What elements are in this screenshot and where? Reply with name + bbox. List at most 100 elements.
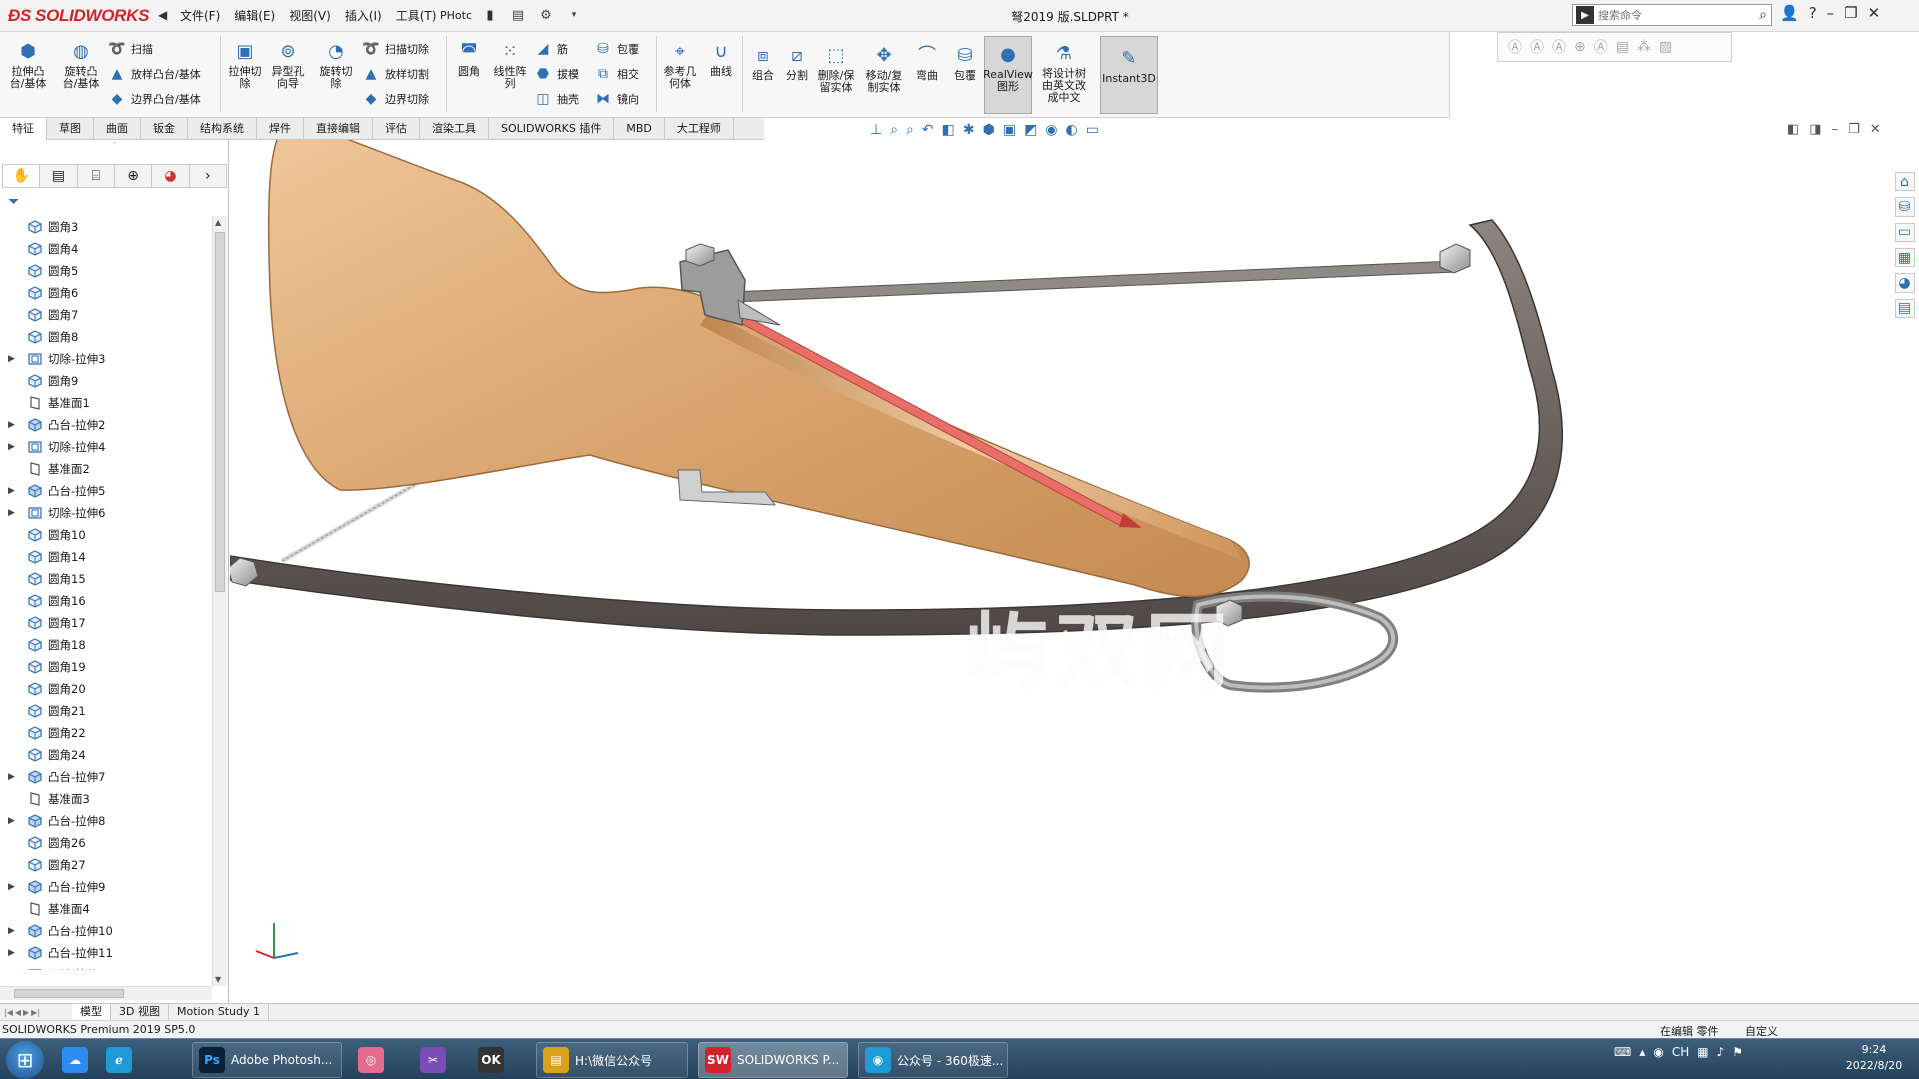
swept-cut-button[interactable]: ➰ 扫描切除	[362, 40, 429, 58]
tab-3d-view[interactable]: 3D 视图	[111, 1003, 169, 1021]
menu-tools[interactable]: 工具(T)	[396, 7, 437, 24]
expand-arrow-icon[interactable]: ▶	[8, 948, 20, 958]
tab-features[interactable]: 特征	[0, 118, 47, 140]
translate-tree-button[interactable]: ⚗ 将设计树 由英文改 成中文	[1036, 42, 1092, 104]
expand-arrow-icon[interactable]: ▶	[8, 486, 20, 496]
tree-item[interactable]: 圆角7	[0, 304, 212, 326]
tree-item[interactable]: 圆角10	[0, 524, 212, 546]
tree-item[interactable]: ▶ 凸台-拉伸10	[0, 920, 212, 942]
tree-item[interactable]: 圆角20	[0, 678, 212, 700]
taskbar-app-ok[interactable]: OK	[472, 1042, 522, 1078]
section-view-icon[interactable]: ◧	[942, 122, 955, 138]
units-status[interactable]: 自定义	[1745, 1023, 1778, 1039]
property-manager-tab[interactable]: ▤	[40, 165, 78, 187]
tab-sheet-metal[interactable]: 钣金	[141, 118, 188, 140]
first-tab-icon[interactable]: |◀	[4, 1008, 13, 1017]
tab-direct-editing[interactable]: 直接编辑	[304, 118, 373, 140]
last-tab-icon[interactable]: ▶|	[31, 1008, 40, 1017]
tree-item[interactable]: 基准面1	[0, 392, 212, 414]
tree-item[interactable]: 圆角24	[0, 744, 212, 766]
wrap-button[interactable]: ⛁ 包覆	[948, 44, 982, 82]
tree-item[interactable]: 圆角3	[0, 216, 212, 238]
tree-item[interactable]: ▶ 切除-拉伸3	[0, 348, 212, 370]
previous-view-icon[interactable]: ↶	[922, 122, 934, 138]
scroll-thumb[interactable]	[215, 232, 225, 592]
extrude-cut-button[interactable]: ▣ 拉伸切 除	[226, 40, 264, 90]
tree-item[interactable]: 圆角17	[0, 612, 212, 634]
command-prompt-icon[interactable]: ▶	[1576, 6, 1594, 24]
scroll-up-icon[interactable]: ▲	[215, 218, 221, 227]
reference-geometry-button[interactable]: ⌖ 参考几 何体	[660, 40, 700, 90]
crossbow-model[interactable]	[230, 140, 1890, 1003]
tab-surfaces[interactable]: 曲面	[94, 118, 141, 140]
panel-splitter[interactable]: ◦	[0, 140, 229, 150]
menu-file[interactable]: 文件(F)	[180, 7, 220, 24]
tree-item[interactable]: 圆角5	[0, 260, 212, 282]
restore-icon[interactable]: ❐	[1844, 4, 1857, 22]
next-tab-icon[interactable]: ▶	[23, 1008, 29, 1017]
viewport-restore-icon[interactable]: ❐	[1848, 122, 1860, 137]
taskbar-baidu-netdisk[interactable]: ☁	[56, 1042, 92, 1078]
appearances-icon[interactable]: ◕	[1894, 273, 1915, 293]
system-clock[interactable]: 9:24 2022/8/20	[1842, 1042, 1906, 1074]
tree-item[interactable]: 圆角21	[0, 700, 212, 722]
tree-item[interactable]: ▶切除-拉伸7	[0, 964, 212, 970]
help-icon[interactable]: ?	[1809, 4, 1817, 22]
extrude-boss-button[interactable]: ⬢ 拉伸凸 台/基体	[8, 40, 48, 90]
draft-button[interactable]: ⬣ 拔模	[534, 65, 579, 83]
viewport-next-icon[interactable]: ◨	[1809, 122, 1821, 137]
solidworks-resources-icon[interactable]: ⌂	[1894, 172, 1915, 192]
tab-evaluate[interactable]: 评估	[373, 118, 420, 140]
display-manager-tab[interactable]: ◕	[152, 165, 190, 187]
tree-item[interactable]: 圆角15	[0, 568, 212, 590]
tree-item[interactable]: ▶ 凸台-拉伸8	[0, 810, 212, 832]
expand-arrow-icon[interactable]: ▶	[8, 926, 20, 936]
zoom-to-area-icon[interactable]: ⌕	[906, 122, 914, 138]
solidworks-logo[interactable]: ƉS SOLIDWORKS	[8, 4, 149, 28]
expand-arrow-icon[interactable]: ▶	[8, 882, 20, 892]
tab-sketch[interactable]: 草图	[47, 118, 94, 140]
expand-arrow-icon[interactable]: ▶	[8, 816, 20, 826]
tab-motion-study[interactable]: Motion Study 1	[169, 1003, 270, 1021]
dimxpert-tab[interactable]: ⊕	[115, 165, 153, 187]
revolve-boss-button[interactable]: ◍ 旋转凸 台/基体	[60, 40, 102, 90]
tree-item[interactable]: 圆角4	[0, 238, 212, 260]
revolve-cut-button[interactable]: ◔ 旋转切 除	[316, 40, 356, 90]
volume-icon[interactable]: ♪	[1717, 1045, 1725, 1059]
tree-item[interactable]: ▶ 凸台-拉伸7	[0, 766, 212, 788]
minimize-icon[interactable]: –	[1827, 4, 1835, 22]
viewport-minimize-icon[interactable]: –	[1832, 122, 1839, 137]
design-library-icon[interactable]: ⛁	[1894, 197, 1915, 217]
taskbar-solidworks[interactable]: SW SOLIDWORKS P...	[698, 1042, 848, 1078]
tree-item[interactable]: ▶ 凸台-拉伸9	[0, 876, 212, 898]
file-properties-icon[interactable]: ▤	[508, 5, 528, 25]
curves-button[interactable]: ∪ 曲线	[704, 40, 738, 78]
boundary-boss-button[interactable]: ◆ 边界凸台/基体	[108, 90, 201, 108]
taskbar-app-tool[interactable]: ✂	[414, 1042, 458, 1078]
boundary-cut-button[interactable]: ◆ 边界切除	[362, 90, 429, 108]
tree-item[interactable]: ▶ 凸台-拉伸2	[0, 414, 212, 436]
expand-arrow-icon[interactable]: ▶	[8, 508, 20, 518]
scroll-thumb[interactable]	[14, 989, 124, 998]
expand-arrow-icon[interactable]: ▶	[8, 420, 20, 430]
display-style-icon[interactable]: ▣	[1003, 122, 1016, 138]
tree-item[interactable]: ▶ 凸台-拉伸11	[0, 942, 212, 964]
tree-item[interactable]: 基准面3	[0, 788, 212, 810]
delete-keep-body-button[interactable]: ⬚ 删除/保 留实体	[814, 44, 858, 94]
menu-edit[interactable]: 编辑(E)	[234, 7, 275, 24]
apply-scene-icon[interactable]: ◐	[1066, 122, 1078, 138]
view-settings-icon[interactable]: ▭	[1086, 122, 1099, 138]
start-button[interactable]: ⊞	[6, 1041, 44, 1079]
close-icon[interactable]: ✕	[1868, 4, 1881, 22]
mirror-button[interactable]: ⧓ 镜向	[594, 90, 639, 108]
security-icon[interactable]: ◉	[1653, 1045, 1663, 1059]
tab-addins[interactable]: SOLIDWORKS 插件	[489, 118, 615, 140]
lofted-cut-button[interactable]: ▲ 放样切割	[362, 65, 429, 83]
flag-icon[interactable]: ⚑	[1732, 1045, 1743, 1059]
viewport-prev-icon[interactable]: ◧	[1787, 122, 1799, 137]
combine-button[interactable]: ⧈ 组合	[746, 44, 780, 82]
tree-item[interactable]: 基准面2	[0, 458, 212, 480]
input-method-label[interactable]: CH	[1672, 1045, 1689, 1059]
tab-model[interactable]: 模型	[72, 1003, 111, 1021]
tree-item[interactable]: 基准面4	[0, 898, 212, 920]
